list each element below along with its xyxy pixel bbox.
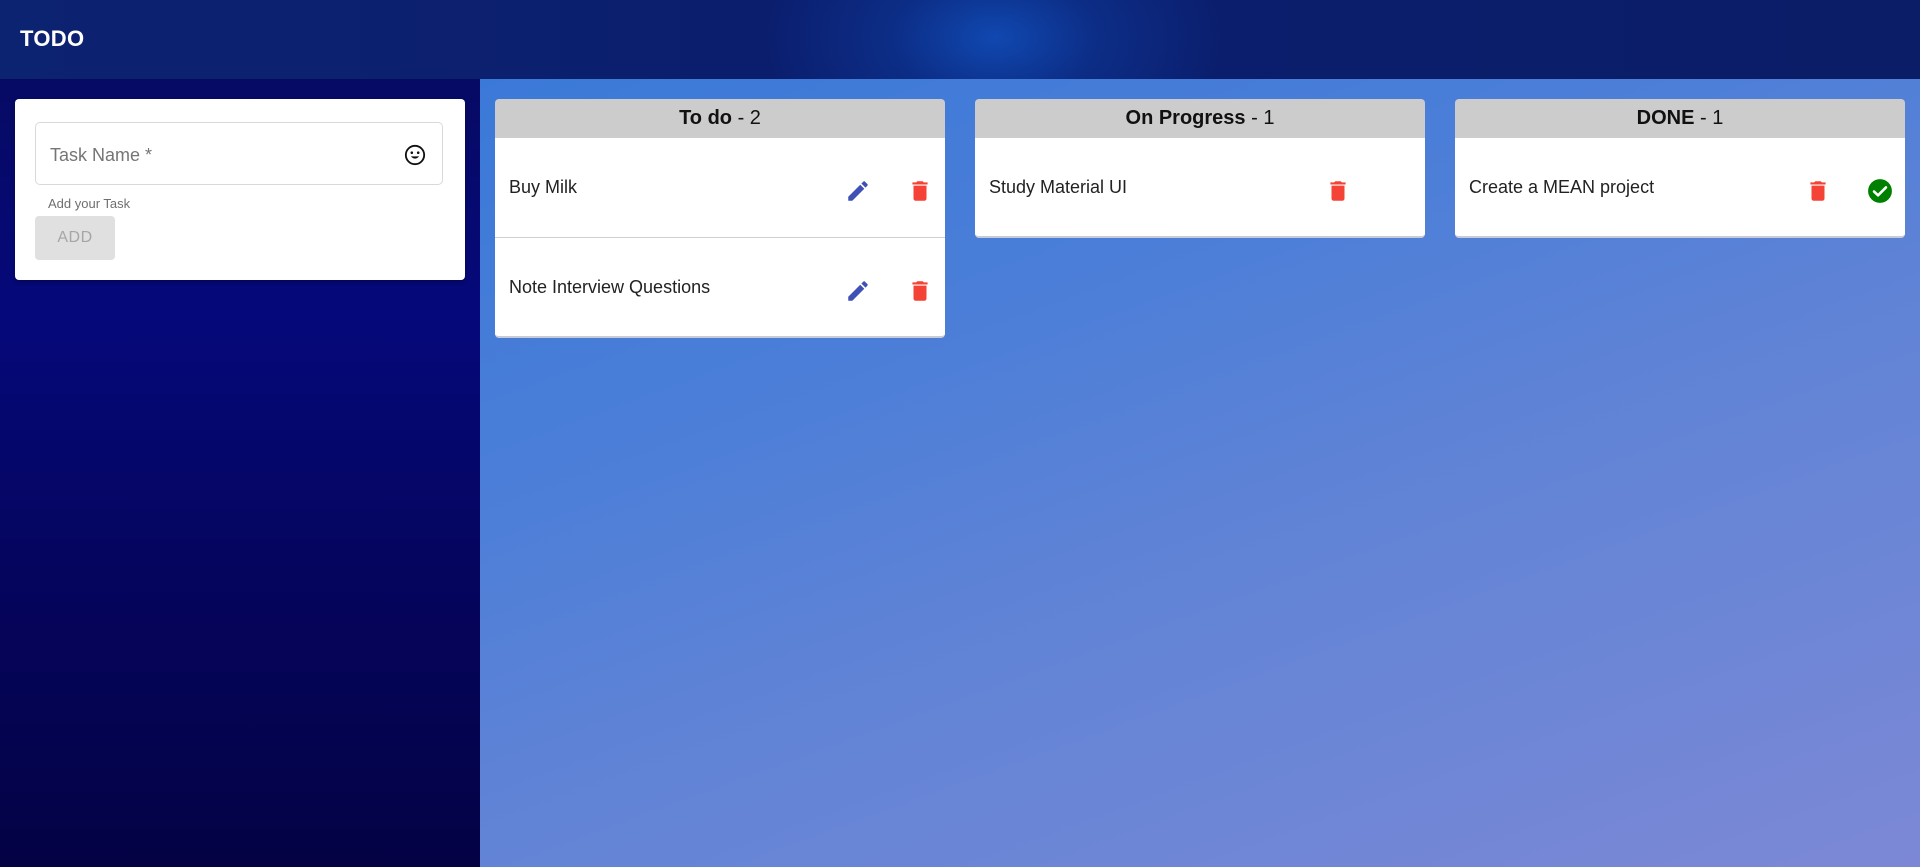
task-board: To do - 2 Buy Milk Note Interview Questi… <box>480 79 1920 867</box>
edit-icon[interactable] <box>845 278 871 304</box>
column-title: To do <box>679 107 733 129</box>
column-count: 1 <box>1712 107 1724 129</box>
app-title: TODO <box>20 26 85 51</box>
task-text: Note Interview Questions <box>509 277 711 297</box>
task-list: Buy Milk Note Interview Questions <box>495 138 945 338</box>
column-count: 1 <box>1263 107 1275 129</box>
task-text: Buy Milk <box>509 177 578 197</box>
column-title: On Progress <box>1125 107 1246 129</box>
todo-app: TODO Add your Task ADD <box>0 0 1920 867</box>
column-todo: To do - 2 Buy Milk Note Interview Questi… <box>495 99 945 338</box>
sidebar: Add your Task ADD <box>0 79 480 867</box>
column-count: 2 <box>749 107 761 129</box>
delete-icon[interactable] <box>907 178 933 204</box>
add-task-button[interactable]: ADD <box>35 216 115 260</box>
column-title: DONE <box>1636 107 1695 129</box>
task-card[interactable]: Note Interview Questions <box>495 238 945 338</box>
task-name-field[interactable] <box>35 122 443 185</box>
task-text: Create a MEAN project <box>1469 177 1655 197</box>
delete-icon[interactable] <box>1325 178 1351 204</box>
app-header: TODO <box>0 0 1920 79</box>
add-task-card: Add your Task ADD <box>15 99 465 280</box>
task-card[interactable]: Buy Milk <box>495 138 945 238</box>
task-name-input[interactable] <box>48 135 392 175</box>
delete-icon[interactable] <box>1805 178 1831 204</box>
header-gradient <box>0 0 1920 79</box>
edit-icon[interactable] <box>845 178 871 204</box>
task-input-hint: Add your Task <box>48 196 131 211</box>
task-card[interactable]: Study Material UI <box>975 138 1425 238</box>
task-text: Study Material UI <box>989 177 1128 197</box>
column-done: DONE - 1 Create a MEAN project <box>1455 99 1905 238</box>
task-list: Study Material UI <box>975 138 1425 238</box>
delete-icon[interactable] <box>907 278 933 304</box>
smiley-icon[interactable] <box>404 144 426 166</box>
column-header: On Progress - 1 <box>975 99 1425 138</box>
column-separator: - <box>732 107 750 129</box>
column-on-progress: On Progress - 1 Study Material UI <box>975 99 1425 238</box>
task-card[interactable]: Create a MEAN project <box>1455 138 1905 238</box>
task-list: Create a MEAN project <box>1455 138 1905 238</box>
column-header: DONE - 1 <box>1455 99 1905 138</box>
column-separator: - <box>1245 107 1264 129</box>
check-circle-icon[interactable] <box>1867 178 1893 204</box>
column-header: To do - 2 <box>495 99 945 138</box>
column-separator: - <box>1694 107 1713 129</box>
